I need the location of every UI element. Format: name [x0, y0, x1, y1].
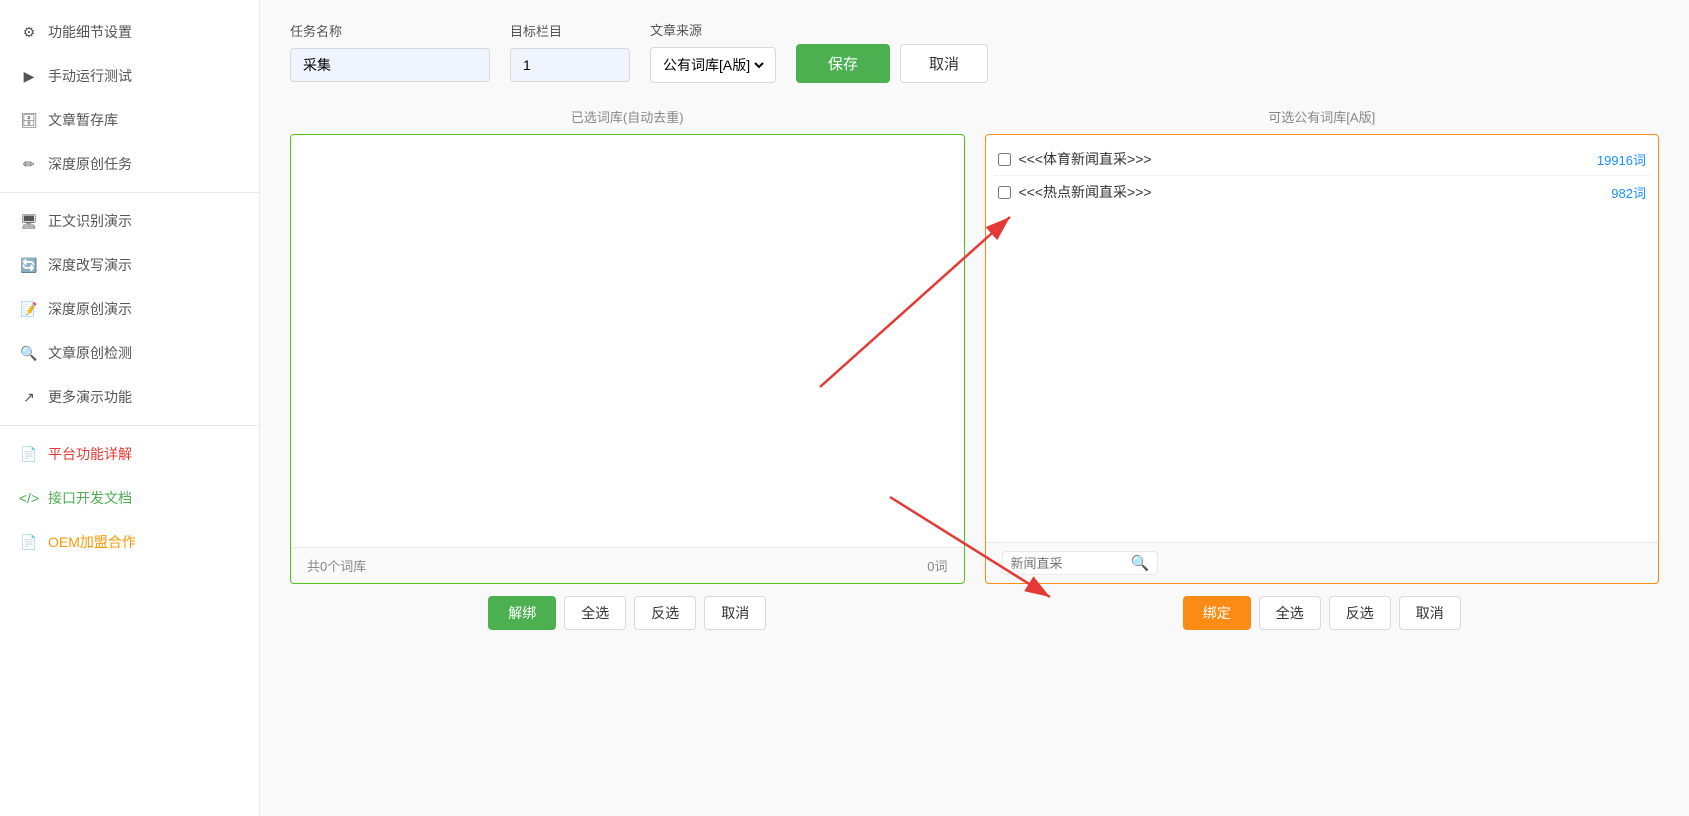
right-cancel-button[interactable]: 取消	[1399, 596, 1461, 630]
right-panel-actions: 绑定 全选 反选 取消	[985, 596, 1660, 630]
article-source-label: 文章来源	[650, 20, 776, 39]
left-inverse-button[interactable]: 反选	[634, 596, 696, 630]
sidebar-item-oem[interactable]: 📄 OEM加盟合作	[0, 520, 259, 564]
left-panel-count-words: 0词	[927, 556, 947, 575]
search-icon[interactable]: 🔍	[1131, 554, 1150, 572]
sidebar-item-article-draft[interactable]: 🗄 文章暂存库	[0, 98, 259, 142]
form-actions: 保存 取消	[796, 44, 988, 83]
left-cancel-button[interactable]: 取消	[704, 596, 766, 630]
sidebar-divider-1	[0, 192, 259, 193]
doc2-icon: 📄	[20, 533, 38, 551]
left-panel-content	[291, 135, 964, 547]
form-row: 任务名称 目标栏目 文章来源 公有词库[A版] 私有词库 其他 保存	[290, 20, 1659, 83]
sidebar-item-article-check[interactable]: 🔍 文章原创检测	[0, 331, 259, 375]
left-panel-title: 已选词库(自动去重)	[290, 107, 965, 126]
right-panel-footer: 🔍	[986, 542, 1659, 583]
refresh-icon: 🔄	[20, 256, 38, 274]
search-icon: 🔍	[20, 344, 38, 362]
target-column-label: 目标栏目	[510, 21, 630, 40]
word-item-count-hotspot: 982词	[1611, 183, 1646, 202]
arrow-icon: ↗	[20, 388, 38, 406]
edit2-icon: 📝	[20, 300, 38, 318]
right-inverse-button[interactable]: 反选	[1329, 596, 1391, 630]
word-item-count-sports: 19916词	[1597, 150, 1646, 169]
sidebar-item-platform-detail[interactable]: 📄 平台功能详解	[0, 432, 259, 476]
cancel-button[interactable]: 取消	[900, 44, 988, 83]
list-item: <<<热点新闻直采>>> 982词	[994, 176, 1651, 208]
target-column-input[interactable]	[510, 48, 630, 82]
sidebar-item-deep-original-demo[interactable]: 📝 深度原创演示	[0, 287, 259, 331]
article-source-group: 文章来源 公有词库[A版] 私有词库 其他	[650, 20, 776, 83]
left-panel-box: 共0个词库 0词	[290, 134, 965, 584]
right-panel-search-input[interactable]	[1011, 556, 1131, 571]
left-panel-count-libraries: 共0个词库	[307, 556, 366, 575]
database-icon: 🗄	[20, 111, 38, 129]
edit-icon: ✏	[20, 155, 38, 173]
sidebar-item-feature-settings[interactable]: ⚙ 功能细节设置	[0, 10, 259, 54]
sidebar: ⚙ 功能细节设置 ▶ 手动运行测试 🗄 文章暂存库 ✏ 深度原创任务 🖥 正文识…	[0, 0, 260, 816]
save-button[interactable]: 保存	[796, 44, 890, 83]
left-panel-actions: 解绑 全选 反选 取消	[290, 596, 965, 630]
right-panel-box: <<<体育新闻直采>>> 19916词 <<<热点新闻直采>>> 982词 🔍	[985, 134, 1660, 584]
doc-icon: 📄	[20, 445, 38, 463]
unbind-button[interactable]: 解绑	[488, 596, 556, 630]
gear-icon: ⚙	[20, 23, 38, 41]
right-panel-content: <<<体育新闻直采>>> 19916词 <<<热点新闻直采>>> 982词	[986, 135, 1659, 542]
panels-container: 已选词库(自动去重) 共0个词库 0词 解绑 全选 反选 取消	[290, 107, 1659, 630]
sidebar-item-deep-original[interactable]: ✏ 深度原创任务	[0, 142, 259, 186]
word-item-checkbox-sports[interactable]	[998, 153, 1011, 166]
left-select-all-button[interactable]: 全选	[564, 596, 626, 630]
word-item-name-hotspot: <<<热点新闻直采>>>	[1019, 182, 1612, 202]
word-item-name-sports: <<<体育新闻直采>>>	[1019, 149, 1597, 169]
search-wrap: 🔍	[1002, 551, 1159, 575]
article-source-select[interactable]: 公有词库[A版] 私有词库 其他	[659, 56, 767, 74]
right-select-all-button[interactable]: 全选	[1259, 596, 1321, 630]
sidebar-divider-2	[0, 425, 259, 426]
task-name-group: 任务名称	[290, 21, 490, 82]
sidebar-item-manual-run[interactable]: ▶ 手动运行测试	[0, 54, 259, 98]
sidebar-item-text-recognition[interactable]: 🖥 正文识别演示	[0, 199, 259, 243]
task-name-input[interactable]	[290, 48, 490, 82]
list-item: <<<体育新闻直采>>> 19916词	[994, 143, 1651, 176]
right-panel: 可选公有词库[A版] <<<体育新闻直采>>> 19916词 <<<热点新闻直采…	[985, 107, 1660, 630]
task-name-label: 任务名称	[290, 21, 490, 40]
left-panel-footer: 共0个词库 0词	[291, 547, 964, 583]
article-source-select-wrap: 公有词库[A版] 私有词库 其他	[650, 47, 776, 83]
right-panel-title: 可选公有词库[A版]	[985, 107, 1660, 126]
monitor-icon: 🖥	[20, 212, 38, 230]
word-item-checkbox-hotspot[interactable]	[998, 186, 1011, 199]
play-icon: ▶	[20, 67, 38, 85]
sidebar-item-deep-rewrite[interactable]: 🔄 深度改写演示	[0, 243, 259, 287]
left-panel: 已选词库(自动去重) 共0个词库 0词 解绑 全选 反选 取消	[290, 107, 965, 630]
target-column-group: 目标栏目	[510, 21, 630, 82]
bind-button[interactable]: 绑定	[1183, 596, 1251, 630]
main-content: 任务名称 目标栏目 文章来源 公有词库[A版] 私有词库 其他 保存	[260, 0, 1689, 816]
sidebar-item-more-demo[interactable]: ↗ 更多演示功能	[0, 375, 259, 419]
code-icon: </>	[20, 489, 38, 507]
sidebar-item-api-doc[interactable]: </> 接口开发文档	[0, 476, 259, 520]
app-layout: ⚙ 功能细节设置 ▶ 手动运行测试 🗄 文章暂存库 ✏ 深度原创任务 🖥 正文识…	[0, 0, 1689, 816]
